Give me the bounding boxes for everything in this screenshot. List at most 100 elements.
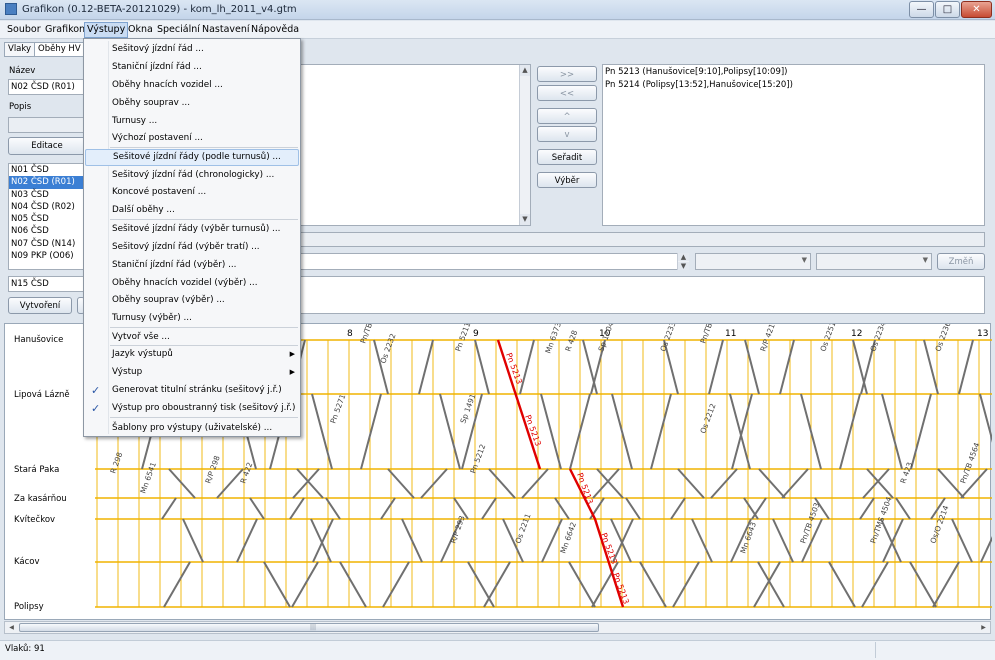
train-path[interactable] [729,393,751,470]
scroll-thumb[interactable]: ||| [19,623,599,632]
list-item[interactable]: N07 ČSD (N14) [9,238,85,250]
menu-item[interactable]: Další oběhy ... [85,202,299,219]
train-path[interactable] [839,393,861,470]
train-path[interactable] [753,561,781,608]
train-path[interactable] [467,561,495,608]
train-path[interactable] [743,497,759,520]
list-item[interactable]: N05 ČSD [9,213,85,225]
edit-button[interactable]: Editace [8,137,86,155]
tab-obehy-hv[interactable]: Oběhy HV [34,42,85,57]
move-left-button[interactable]: << [537,85,597,101]
train-path[interactable] [958,339,974,395]
sort-button[interactable]: Seřadit [537,149,597,165]
menu-item[interactable]: Staniční jízdní řád (výběr) ... [85,257,299,274]
train-path[interactable] [708,339,724,395]
description-field[interactable] [8,117,86,133]
train-path[interactable] [758,468,786,499]
select-button[interactable]: Výběr [537,172,597,188]
menu-item[interactable]: Oběhy hnacích vozidel (výběr) ... [85,275,299,292]
train-path[interactable] [691,518,713,563]
train-path[interactable] [670,497,686,520]
menu-item[interactable]: Výstup pro oboustranný tisk (sešitový j.… [85,400,299,417]
train-path[interactable] [311,393,333,470]
name-field[interactable]: N02 ČSD (R01) [8,79,86,95]
maximize-button[interactable]: □ [935,1,960,18]
train-path[interactable] [554,497,570,520]
train-path[interactable] [866,468,894,499]
menu-grafikon[interactable]: Grafikon [43,23,87,37]
new-circulation-field[interactable]: N15 ČSD [8,276,86,292]
list-item[interactable]: N09 PKP (O06) [9,250,85,262]
train-path[interactable] [979,393,992,469]
train-path[interactable] [781,468,809,499]
list-item[interactable]: N04 ČSD (R02) [9,201,85,213]
train-path[interactable] [951,518,973,563]
train-path[interactable] [625,497,641,520]
menu-item[interactable]: Koncové postavení ... [85,184,299,201]
train-path[interactable] [639,561,667,608]
menu-item[interactable]: Oběhy souprav ... [85,95,299,112]
train-path[interactable] [161,497,177,520]
list-item[interactable]: N06 ČSD [9,225,85,237]
menu-specialni[interactable]: Speciální [155,23,202,37]
train-path[interactable] [291,561,319,608]
create-button[interactable]: Vytvoření [8,297,72,314]
move-down-button[interactable]: v [537,126,597,142]
train-path[interactable] [236,518,258,563]
train-path[interactable] [895,497,911,520]
train-path[interactable] [216,468,244,499]
menu-item[interactable]: Sešitový jízdní řád ... [85,41,299,58]
move-up-button[interactable]: ^ [537,108,597,124]
menu-item[interactable]: Generovat titulní stránku (sešitový j.ř.… [85,382,299,399]
menu-item[interactable]: Jazyk výstupů ▶ [85,346,299,363]
trains-in-circulation-list[interactable]: Pn 5213 (Hanušovice[9:10],Polipsy[10:09]… [602,64,985,226]
train-path[interactable] [910,393,932,470]
circulation-list[interactable]: N01 ČSD N02 ČSD (R01) N03 ČSD N04 ČSD (R… [8,163,86,270]
train-path[interactable] [289,497,305,520]
train-path[interactable] [744,339,760,395]
spinner-down-arrow[interactable]: ▼ [678,262,689,270]
train-path[interactable] [481,497,497,520]
train-path[interactable] [862,468,890,499]
menu-nastaveni[interactable]: Nastavení [200,23,252,37]
train-path[interactable] [540,393,562,470]
train-path[interactable] [292,468,320,499]
menu-item[interactable]: Oběhy hnacích vozidel ... [85,77,299,94]
scroll-right-arrow[interactable]: ▶ [978,623,989,632]
train-path[interactable] [828,561,856,608]
train-path[interactable] [182,518,204,563]
train-path[interactable] [360,393,382,470]
train-path[interactable] [757,561,785,608]
menu-napoveda[interactable]: Nápověda [249,23,301,37]
menu-item[interactable]: Sešitový jízdní řád (chronologicky) ... [85,167,299,184]
combo-box-2[interactable]: ▼ [816,253,932,270]
train-path[interactable] [852,339,868,395]
train-path[interactable] [591,561,619,608]
train-path[interactable] [163,561,191,608]
combo-box-1[interactable]: ▼ [695,253,811,270]
minimize-button[interactable]: — [909,1,934,18]
change-button[interactable]: Změň [937,253,985,270]
train-path[interactable] [582,339,598,395]
train-path[interactable] [418,339,434,395]
list-item-selected[interactable]: N02 ČSD (R01) [9,176,85,189]
spinner-up-arrow[interactable]: ▲ [678,253,689,261]
train-path[interactable] [420,468,448,499]
train-path[interactable] [881,393,903,470]
train-path[interactable] [710,468,738,499]
train-path[interactable] [439,393,461,470]
train-path[interactable] [339,561,367,608]
train-path[interactable] [751,497,767,520]
train-path[interactable] [592,468,620,499]
menu-item[interactable]: Turnusy (výběr) ... [85,310,299,327]
attribute-field[interactable] [300,253,680,270]
menu-item[interactable]: Výstup ▶ [85,364,299,381]
attribute-spinner[interactable]: ▲ ▼ [677,253,689,270]
train-path[interactable] [672,561,700,608]
train-path[interactable] [474,339,490,395]
train-path[interactable] [249,497,265,520]
train-path[interactable] [859,497,875,520]
train-path[interactable] [731,393,753,470]
close-button[interactable]: ✕ [961,1,992,18]
train-path[interactable] [568,561,596,608]
